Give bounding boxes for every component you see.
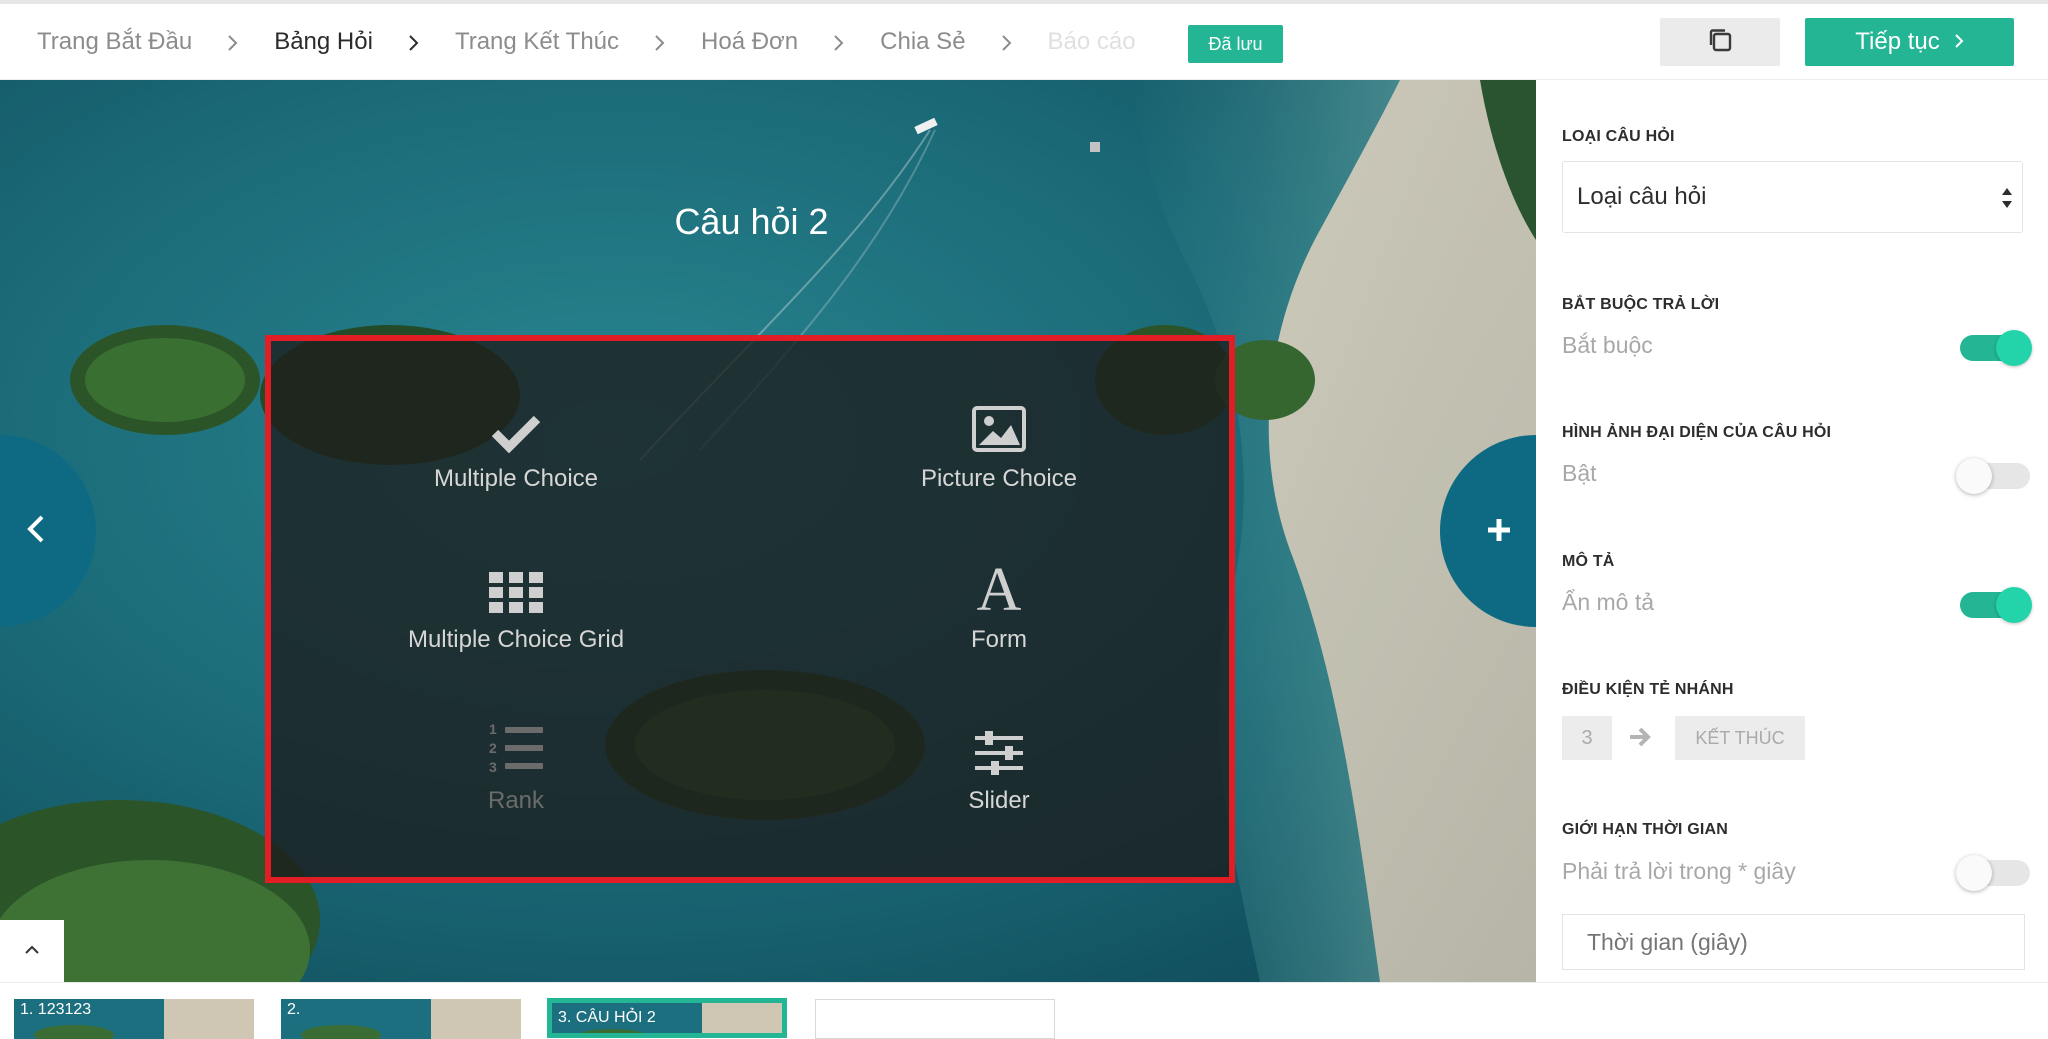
svg-text:2: 2 (489, 740, 497, 756)
checkmark-icon (316, 389, 716, 453)
option-rank[interactable]: 1 2 3 Rank (316, 711, 716, 815)
option-label: Multiple Choice (433, 465, 599, 492)
option-multiple-choice-grid[interactable]: Multiple Choice Grid (316, 550, 716, 654)
select-arrows-icon (2000, 184, 2014, 219)
question-image-toggle[interactable] (1956, 458, 2030, 494)
svg-text:1: 1 (489, 721, 497, 737)
svg-text:3: 3 (489, 759, 497, 775)
continue-button-label: Tiếp tục (1855, 28, 1940, 55)
plus-icon (1484, 515, 1514, 550)
top-bar: Trang Bắt Đầu Bảng Hỏi Trang Kết Thúc Ho… (0, 4, 2048, 80)
thumbnail-image (281, 999, 521, 1039)
copy-button[interactable] (1660, 18, 1780, 66)
filmstrip-item[interactable]: 2. (281, 999, 521, 1039)
required-toggle[interactable] (1960, 330, 2032, 366)
breadcrumb-report: Báo cáo (1047, 28, 1136, 55)
chevron-right-icon (373, 29, 455, 55)
branching-label: ĐIỀU KIỆN TẺ NHÁNH (1562, 681, 1734, 698)
option-label: Rank (487, 787, 545, 814)
option-slider[interactable]: Slider (799, 711, 1199, 815)
toggle-knob (1956, 458, 1992, 494)
toggle-knob (1996, 587, 2032, 623)
chevron-left-icon (24, 511, 48, 552)
collapse-filmstrip-button[interactable] (0, 920, 64, 982)
sliders-icon (799, 711, 1199, 775)
question-canvas: Câu hỏi 2 Multiple Choice Picture Choice (0, 80, 1536, 982)
breadcrumb-invoice[interactable]: Hoá Đơn (701, 28, 798, 56)
option-label: Slider (968, 787, 1030, 814)
chevron-right-icon (619, 29, 701, 55)
chevron-up-icon (24, 942, 40, 960)
breadcrumb-end-page[interactable]: Trang Kết Thúc (455, 28, 619, 56)
filmstrip-item-label: 3. CÂU HỎI 2 (558, 1009, 656, 1026)
option-form[interactable]: A Form (799, 550, 1199, 654)
chevron-right-icon (798, 29, 880, 55)
breadcrumb: Trang Bắt Đầu Bảng Hỏi Trang Kết Thúc Ho… (37, 4, 1136, 80)
time-limit-input[interactable] (1562, 914, 2025, 970)
required-label: BẮT BUỘC TRẢ LỜI (1562, 296, 1720, 313)
filmstrip-item-label: 2. (287, 1001, 301, 1018)
filmstrip-add-slot[interactable] (815, 999, 1055, 1039)
description-label: MÔ TẢ (1562, 553, 1615, 570)
breadcrumb-questionnaire[interactable]: Bảng Hỏi (274, 28, 373, 56)
question-filmstrip: 1. 123123 2. 3. CÂU HỎI 2 (0, 982, 2048, 1039)
required-text: Bắt buộc (1562, 332, 1653, 358)
continue-button[interactable]: Tiếp tục (1805, 18, 2014, 66)
chevron-right-icon (1954, 28, 1964, 56)
description-text: Ẩn mô tả (1562, 589, 1655, 615)
description-toggle[interactable] (1960, 587, 2032, 623)
svg-text:A: A (977, 560, 1022, 614)
question-type-picker: Multiple Choice Picture Choice Multiple … (265, 335, 1235, 883)
toggle-knob (1956, 855, 1992, 891)
option-label: Picture Choice (920, 465, 1078, 492)
settings-sidebar: LOẠI CÂU HỎI Loại câu hỏi BẮT BUỘC TRẢ L… (1536, 80, 2048, 982)
question-type-value: Loại câu hỏi (1577, 183, 1707, 210)
ordered-list-icon: 1 2 3 (316, 711, 716, 775)
chevron-right-icon (966, 29, 1048, 55)
time-limit-text: Phải trả lời trong * giây (1562, 858, 1796, 884)
arrow-right-icon (1628, 726, 1652, 753)
copy-icon (1707, 27, 1733, 58)
chevron-right-icon (192, 29, 274, 55)
question-image-text: Bật (1562, 460, 1597, 486)
font-icon: A (799, 550, 1199, 614)
option-label: Form (971, 626, 1027, 653)
branch-target[interactable]: KẾT THÚC (1675, 716, 1805, 760)
breadcrumb-start-page[interactable]: Trang Bắt Đầu (37, 28, 192, 56)
breadcrumb-share[interactable]: Chia Sẻ (880, 28, 965, 56)
toggle-knob (1996, 330, 2032, 366)
option-picture-choice[interactable]: Picture Choice (799, 389, 1199, 493)
question-image-label: HÌNH ẢNH ĐẠI DIỆN CỦA CÂU HỎI (1562, 424, 1832, 441)
filmstrip-item-active[interactable]: 3. CÂU HỎI 2 (547, 998, 787, 1038)
option-multiple-choice[interactable]: Multiple Choice (316, 389, 716, 493)
time-limit-toggle[interactable] (1956, 855, 2030, 891)
question-title[interactable]: Câu hỏi 2 (0, 201, 1503, 243)
option-label: Multiple Choice Grid (407, 626, 625, 653)
filmstrip-item[interactable]: 1. 123123 (14, 999, 254, 1039)
question-type-select[interactable]: Loại câu hỏi (1562, 161, 2023, 233)
filmstrip-item-label: 1. 123123 (20, 1001, 92, 1018)
grid-icon (316, 550, 716, 614)
saved-badge: Đã lưu (1188, 25, 1283, 63)
time-limit-label: GIỚI HẠN THỜI GIAN (1562, 821, 1729, 838)
image-icon (799, 389, 1199, 453)
branch-from-question[interactable]: 3 (1562, 716, 1612, 760)
question-type-label: LOẠI CÂU HỎI (1562, 128, 1675, 145)
